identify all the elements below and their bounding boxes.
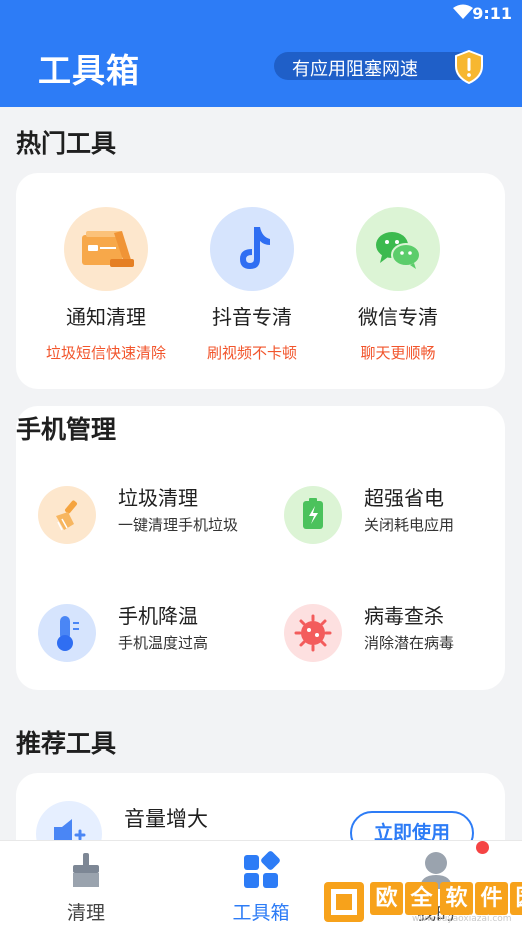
wechat-icon (356, 207, 440, 291)
manage-item-name: 病毒查杀 (364, 604, 444, 628)
watermark-char: 全 (405, 882, 438, 915)
recommend-title: 推荐工具 (16, 729, 117, 758)
manage-item-cool-down[interactable]: 手机降温 手机温度过高 (16, 592, 246, 672)
nav-tab-toolbox[interactable]: 工具箱 (191, 841, 331, 927)
header: 9:11 工具箱 有应用阻塞网速 (0, 0, 522, 107)
network-alert-text: 有应用阻塞网速 (292, 59, 418, 80)
recommend-item-name: 音量增大 (124, 807, 208, 831)
nav-label: 清理 (66, 902, 105, 924)
watermark-char: 软 (440, 882, 473, 915)
nav-label: 工具箱 (232, 902, 290, 924)
manage-item-desc: 关闭耗电应用 (364, 516, 455, 534)
tiktok-icon (210, 207, 294, 291)
hot-tool-desc: 刷视频不卡顿 (206, 344, 297, 362)
notification-dot (476, 841, 489, 854)
manage-item-virus-scan[interactable]: 病毒查杀 消除潜在病毒 (262, 592, 492, 672)
network-alert-pill[interactable]: 有应用阻塞网速 (274, 50, 483, 84)
page-title: 工具箱 (38, 51, 140, 90)
hot-tool-desc: 聊天更顺畅 (360, 344, 436, 362)
broom-icon (38, 486, 96, 544)
wifi-icon (453, 4, 473, 19)
watermark-char: 园 (510, 882, 522, 915)
hot-tool-name: 抖音专清 (212, 305, 292, 329)
watermark-char: 欧 (370, 882, 403, 915)
watermark-logo (324, 882, 364, 922)
hot-tool-name: 通知清理 (66, 305, 146, 329)
phone-manage-title: 手机管理 (16, 415, 117, 444)
toolbox-nav-icon (244, 851, 280, 888)
hot-tool-wechat-clean[interactable]: 微信专清 聊天更顺畅 (325, 207, 471, 363)
hot-tools-title: 热门工具 (16, 129, 117, 158)
broom-nav-icon (73, 853, 99, 887)
hot-tool-notification-clean[interactable]: 通知清理 垃圾短信快速清除 (33, 207, 179, 363)
virus-icon (284, 604, 342, 662)
manage-item-junk-clean[interactable]: 垃圾清理 一键清理手机垃圾 (16, 474, 246, 554)
thermometer-icon (38, 604, 96, 662)
hot-tool-tiktok-clean[interactable]: 抖音专清 刷视频不卡顿 (179, 207, 325, 363)
manage-item-desc: 消除潜在病毒 (364, 634, 455, 652)
manage-item-desc: 一键清理手机垃圾 (118, 516, 239, 534)
manage-item-desc: 手机温度过高 (118, 634, 209, 652)
manage-item-name: 垃圾清理 (118, 486, 198, 510)
watermark-url: www.ouyaoxiazai.com (412, 914, 512, 924)
manage-item-name: 超强省电 (364, 486, 444, 510)
phone-manage-card: 手机管理 垃圾清理 一键清理手机垃圾 超强省电 关闭耗电应用 手机降温 手机温度… (16, 406, 505, 690)
watermark: 欧 全 软 件 园 www.ouyaoxiazai.com (322, 880, 522, 925)
hot-tools-card: 通知清理 垃圾短信快速清除 抖音专清 刷视频不卡顿 微信专清 聊天更顺畅 (16, 173, 505, 389)
shield-warning-icon (455, 50, 483, 84)
hot-tool-name: 微信专清 (358, 305, 438, 329)
notification-clean-icon (64, 207, 148, 291)
battery-icon (284, 486, 342, 544)
nav-tab-clean[interactable]: 清理 (16, 841, 156, 927)
status-time: 9:11 (472, 4, 512, 23)
manage-item-name: 手机降温 (118, 604, 198, 628)
hot-tool-desc: 垃圾短信快速清除 (45, 344, 166, 362)
manage-item-power-save[interactable]: 超强省电 关闭耗电应用 (262, 474, 492, 554)
watermark-char: 件 (475, 882, 508, 915)
